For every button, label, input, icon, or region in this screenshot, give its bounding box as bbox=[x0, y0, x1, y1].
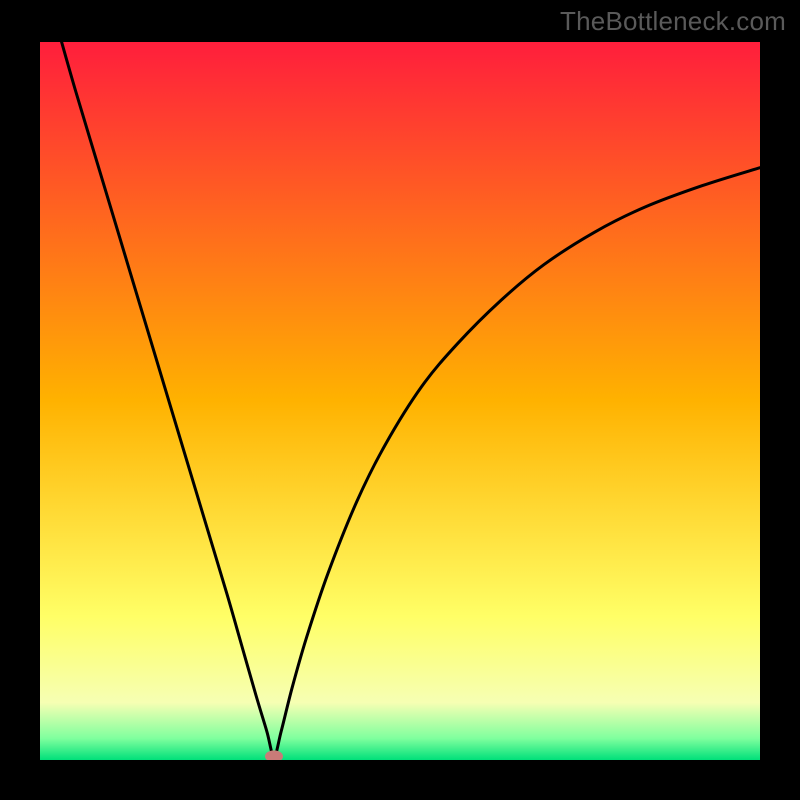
chart-frame: TheBottleneck.com bbox=[0, 0, 800, 800]
watermark-text: TheBottleneck.com bbox=[560, 6, 786, 37]
plot-area bbox=[40, 42, 760, 760]
bottleneck-chart bbox=[40, 42, 760, 760]
gradient-background bbox=[40, 42, 760, 760]
